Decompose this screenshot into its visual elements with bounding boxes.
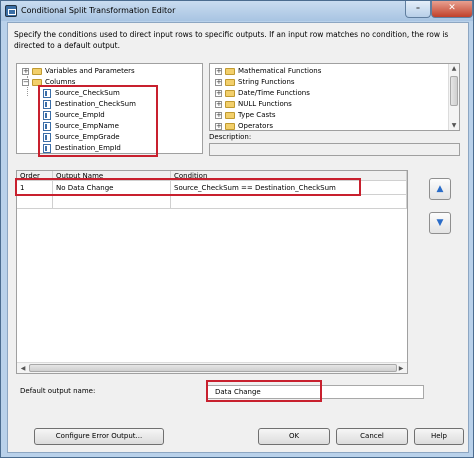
tree-node-label: Variables and Parameters bbox=[45, 67, 135, 75]
empty-row-condition[interactable] bbox=[171, 195, 407, 209]
scroll-up-icon[interactable]: ▲ bbox=[449, 65, 459, 72]
folder-icon bbox=[32, 68, 42, 75]
empty-row-order[interactable] bbox=[17, 195, 53, 209]
dialog-body: Specify the conditions used to direct in… bbox=[7, 22, 469, 453]
title-bar[interactable]: Conditional Split Transformation Editor … bbox=[1, 1, 473, 21]
folder-icon bbox=[225, 79, 235, 86]
scroll-thumb[interactable] bbox=[29, 364, 397, 372]
column-label: Destination_CheckSum bbox=[55, 100, 136, 108]
column-icon bbox=[43, 122, 51, 131]
column-header-order[interactable]: Order bbox=[17, 171, 53, 181]
empty-row-output-name[interactable] bbox=[53, 195, 171, 209]
description-box bbox=[209, 143, 460, 156]
column-icon bbox=[43, 100, 51, 109]
tree-node-label: String Functions bbox=[238, 78, 295, 86]
close-button[interactable]: ✕ bbox=[431, 1, 473, 18]
horizontal-scrollbar[interactable]: ◀ ▶ bbox=[17, 362, 407, 373]
folder-icon bbox=[225, 101, 235, 108]
column-icon bbox=[43, 133, 51, 142]
app-icon bbox=[5, 5, 17, 17]
collapse-icon[interactable]: − bbox=[22, 79, 29, 86]
folder-icon bbox=[225, 68, 235, 75]
instructions-text: Specify the conditions used to direct in… bbox=[14, 30, 449, 50]
functions-tree-panel[interactable]: + Mathematical Functions + String Functi… bbox=[209, 63, 460, 131]
scroll-down-icon[interactable]: ▼ bbox=[449, 122, 459, 129]
arrow-down-icon: ▼ bbox=[436, 218, 444, 228]
move-down-button[interactable]: ▼ bbox=[429, 212, 451, 234]
help-button[interactable]: Help bbox=[414, 428, 464, 445]
column-icon bbox=[43, 144, 51, 153]
expand-icon[interactable]: + bbox=[215, 79, 222, 86]
order-cell[interactable]: 1 bbox=[17, 181, 53, 195]
tree-node-label: Columns bbox=[45, 78, 76, 86]
description-label: Description: bbox=[209, 133, 252, 141]
column-header-output-name[interactable]: Output Name bbox=[53, 171, 171, 181]
expand-icon[interactable]: + bbox=[215, 101, 222, 108]
folder-icon bbox=[225, 90, 235, 97]
scroll-left-icon[interactable]: ◀ bbox=[18, 365, 28, 372]
tree-node-label: Type Casts bbox=[238, 111, 276, 119]
column-label: Source_EmpName bbox=[55, 122, 119, 130]
tree-node-label: NULL Functions bbox=[238, 100, 292, 108]
tree-node-label: Mathematical Functions bbox=[238, 67, 322, 75]
cancel-button[interactable]: Cancel bbox=[336, 428, 408, 445]
minimize-button[interactable]: – bbox=[405, 1, 431, 18]
column-label: Source_EmpId bbox=[55, 111, 105, 119]
folder-icon bbox=[225, 123, 235, 130]
arrow-up-icon: ▲ bbox=[436, 184, 444, 194]
move-up-button[interactable]: ▲ bbox=[429, 178, 451, 200]
scroll-thumb[interactable] bbox=[450, 76, 458, 106]
tree-node-label: Operators bbox=[238, 122, 273, 130]
columns-tree-panel[interactable]: + Variables and Parameters − Columns Sou… bbox=[16, 63, 203, 154]
folder-icon bbox=[225, 112, 235, 119]
column-label: Source_CheckSum bbox=[55, 89, 120, 97]
window-title: Conditional Split Transformation Editor bbox=[21, 6, 176, 15]
folder-icon bbox=[32, 79, 42, 86]
default-output-input[interactable]: Data Change bbox=[206, 385, 424, 399]
expand-icon[interactable]: + bbox=[215, 123, 222, 130]
ok-button[interactable]: OK bbox=[258, 428, 330, 445]
default-output-label: Default output name: bbox=[20, 387, 96, 395]
column-icon bbox=[43, 111, 51, 120]
expand-icon[interactable]: + bbox=[22, 68, 29, 75]
condition-cell[interactable]: Source_CheckSum == Destination_CheckSum bbox=[171, 181, 407, 195]
scroll-right-icon[interactable]: ▶ bbox=[396, 365, 406, 372]
column-icon bbox=[43, 89, 51, 98]
expand-icon[interactable]: + bbox=[215, 112, 222, 119]
editor-window: Conditional Split Transformation Editor … bbox=[0, 0, 474, 458]
column-label: Destination_EmpId bbox=[55, 144, 121, 152]
configure-error-output-button[interactable]: Configure Error Output... bbox=[34, 428, 164, 445]
output-name-cell[interactable]: No Data Change bbox=[53, 181, 171, 195]
tree-node-label: Date/Time Functions bbox=[238, 89, 310, 97]
column-label: Source_EmpGrade bbox=[55, 133, 120, 141]
expand-icon[interactable]: + bbox=[215, 90, 222, 97]
conditions-grid[interactable]: Order Output Name Condition 1 No Data Ch… bbox=[16, 170, 408, 374]
vertical-scrollbar[interactable]: ▲ ▼ bbox=[448, 64, 459, 130]
expand-icon[interactable]: + bbox=[215, 68, 222, 75]
column-header-condition[interactable]: Condition bbox=[171, 171, 407, 181]
